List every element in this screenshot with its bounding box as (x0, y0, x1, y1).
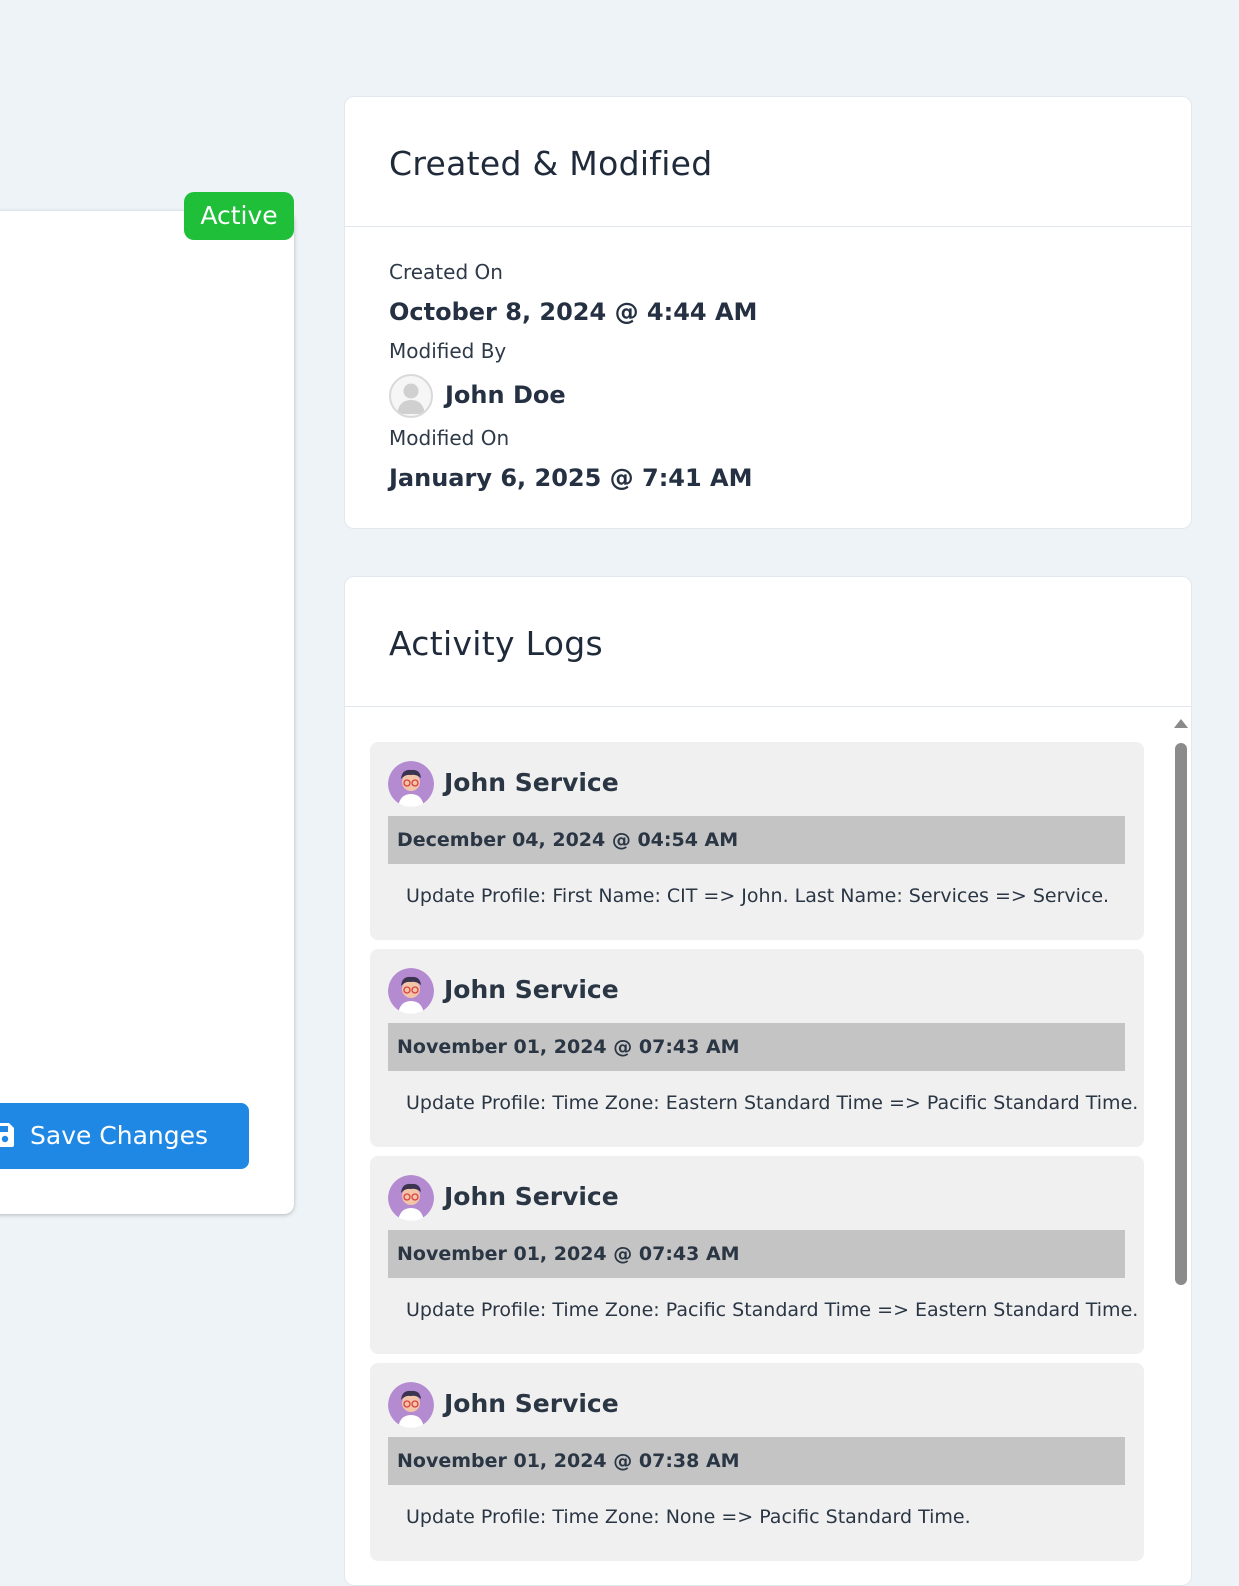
modified-by-name[interactable]: John Doe (445, 381, 566, 409)
activity-log-list[interactable]: John Service December 04, 2024 @ 04:54 A… (345, 707, 1191, 1585)
log-entry: John Service November 01, 2024 @ 07:43 A… (370, 1156, 1144, 1354)
log-date-bar: November 01, 2024 @ 07:38 AM (388, 1437, 1125, 1485)
log-user-name: John Service (444, 975, 619, 1004)
log-entry: John Service November 01, 2024 @ 07:43 A… (370, 949, 1144, 1147)
save-changes-label: Save Changes (30, 1121, 209, 1150)
modified-by-label: Modified By (389, 339, 507, 363)
log-date: November 01, 2024 @ 07:43 AM (397, 1036, 740, 1058)
log-date-bar: November 01, 2024 @ 07:43 AM (388, 1023, 1125, 1071)
card-header: Created & Modified (345, 97, 1191, 227)
card-header: Activity Logs (345, 577, 1191, 707)
cartoon-user-avatar-icon (388, 1382, 434, 1428)
log-description: Update Profile: Time Zone: None => Pacif… (406, 1506, 971, 1528)
log-description: Update Profile: First Name: CIT => John.… (406, 885, 1110, 907)
status-badge: Active (184, 192, 294, 240)
log-description: Update Profile: Time Zone: Eastern Stand… (406, 1092, 1139, 1114)
log-user-name: John Service (444, 768, 619, 797)
created-on-value: October 8, 2024 @ 4:44 AM (389, 298, 758, 326)
log-date: November 01, 2024 @ 07:38 AM (397, 1450, 740, 1472)
profile-form-card (0, 211, 294, 1214)
default-user-avatar-icon (389, 374, 433, 418)
activity-logs-card: Activity Logs John Service December 04, … (344, 576, 1192, 1586)
floppy-disk-icon (0, 1123, 14, 1147)
modified-on-value: January 6, 2025 @ 7:41 AM (389, 464, 753, 492)
created-on-label: Created On (389, 260, 503, 284)
card-title: Activity Logs (389, 624, 603, 663)
scroll-up-arrow-icon[interactable] (1174, 719, 1188, 728)
created-modified-card: Created & Modified Created On October 8,… (344, 96, 1192, 529)
log-date: November 01, 2024 @ 07:43 AM (397, 1243, 740, 1265)
log-entry: John Service November 01, 2024 @ 07:38 A… (370, 1363, 1144, 1561)
log-date-bar: December 04, 2024 @ 04:54 AM (388, 816, 1125, 864)
log-date-bar: November 01, 2024 @ 07:43 AM (388, 1230, 1125, 1278)
log-user-name: John Service (444, 1389, 619, 1418)
scrollbar-thumb[interactable] (1175, 743, 1187, 1285)
cartoon-user-avatar-icon (388, 761, 434, 807)
modified-on-label: Modified On (389, 426, 510, 450)
log-date: December 04, 2024 @ 04:54 AM (397, 829, 739, 851)
log-user-name: John Service (444, 1182, 619, 1211)
cartoon-user-avatar-icon (388, 968, 434, 1014)
log-entry: John Service December 04, 2024 @ 04:54 A… (370, 742, 1144, 940)
cartoon-user-avatar-icon (388, 1175, 434, 1221)
log-description: Update Profile: Time Zone: Pacific Stand… (406, 1299, 1139, 1321)
card-title: Created & Modified (389, 144, 713, 183)
save-changes-button[interactable]: Save Changes (0, 1103, 249, 1169)
